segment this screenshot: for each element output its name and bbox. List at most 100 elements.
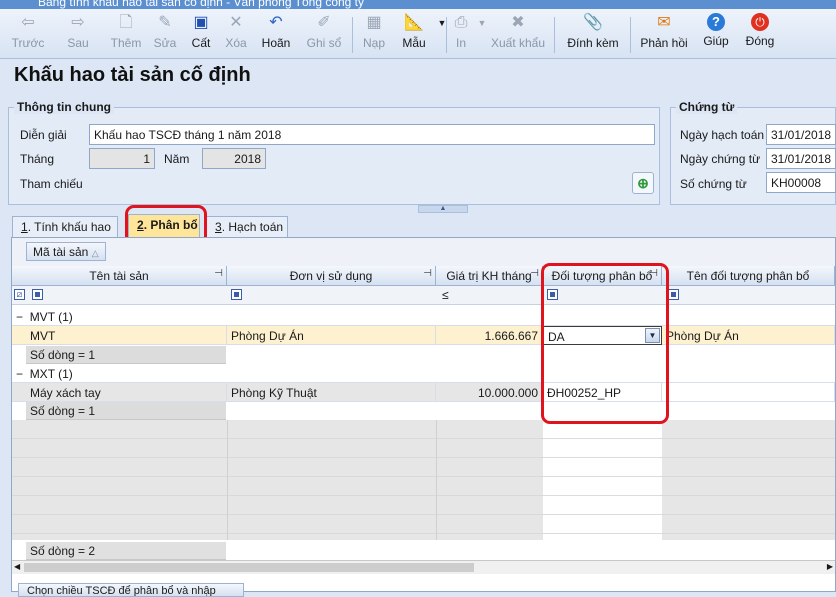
general-info-title: Thông tin chung	[14, 100, 114, 114]
delete-button[interactable]: ✕ Xóa	[220, 11, 252, 57]
new-document-icon: 🗋	[119, 14, 133, 31]
template-dropdown[interactable]: ▼	[432, 11, 447, 57]
col-unit[interactable]: Đơn vị sử dụng ⊣	[227, 266, 436, 286]
page-title: Khấu hao tài sản cố định	[14, 64, 251, 86]
year-input[interactable]: 2018	[202, 148, 266, 169]
group-count: Số dòng = 1	[26, 346, 226, 364]
arrow-left-icon: ⇦	[21, 14, 35, 31]
description-input[interactable]: Khấu hao TSCĐ tháng 1 năm 2018	[89, 124, 655, 145]
help-button[interactable]: ? Giúp	[698, 11, 734, 57]
collapse-handle[interactable]: ▲	[418, 205, 468, 213]
voucher-date-label: Ngày chứng từ	[680, 152, 761, 166]
empty-target-column	[543, 420, 662, 540]
voucher-title: Chứng từ	[676, 100, 738, 114]
toolbar-separator	[352, 17, 353, 53]
choose-dimension-button[interactable]: Chọn chiều TSCĐ để phân bổ và nhập	[18, 583, 244, 597]
cell-value[interactable]: 10.000.000	[436, 383, 543, 402]
undo-button[interactable]: ↶ Hoãn	[258, 11, 294, 57]
tab-depreciation[interactable]: 1. Tính khấu hao	[12, 216, 118, 237]
empty-grid-area	[12, 420, 543, 540]
export-button[interactable]: ✖ Xuất khẩu	[490, 11, 546, 57]
chevron-down-icon: ▼	[477, 18, 487, 28]
cell-unit[interactable]: Phòng Dự Án	[227, 326, 436, 345]
pin-icon: ⊣	[530, 268, 539, 279]
empty-grid-area	[662, 420, 835, 540]
column-divider	[227, 420, 228, 540]
arrow-right-icon: ⇨	[71, 14, 85, 31]
cell-asset-name[interactable]: Máy xách tay	[12, 383, 227, 402]
post-date-label: Ngày hạch toán	[680, 128, 765, 142]
filter-unit-icon[interactable]	[231, 289, 242, 300]
voucher-no-label: Số chứng từ	[680, 177, 747, 191]
print-icon: ⎙	[454, 14, 468, 31]
col-asset-name[interactable]: Tên tài sản ⊣	[12, 266, 227, 286]
group-row[interactable]: − MXT (1)	[12, 364, 835, 383]
paperclip-icon: 📎	[583, 14, 603, 31]
col-target-name[interactable]: Tên đối tượng phân bổ	[662, 266, 835, 286]
filter-editor-icon[interactable]: ⧄	[14, 289, 25, 300]
cell-target-name[interactable]	[662, 383, 835, 402]
voucher-no-input[interactable]: KH00008	[766, 172, 836, 193]
column-divider	[436, 420, 437, 540]
next-button[interactable]: ⇨ Sau	[58, 11, 98, 57]
scroll-right-icon: ▶	[826, 562, 833, 571]
add-button[interactable]: 🗋 Thêm	[106, 11, 146, 57]
power-icon: ⏻	[751, 13, 769, 31]
collapse-icon: −	[16, 367, 24, 381]
collapse-icon: −	[16, 310, 24, 324]
toolbar: ⇦ Trước ⇨ Sau 🗋 Thêm ✎ Sửa ▣ Cất ✕ Xóa ↶ Hoãn ✐…	[0, 9, 836, 59]
voucher-date-input[interactable]: 31/01/2018	[766, 148, 836, 169]
add-reference-button[interactable]: ⊕	[632, 172, 654, 194]
scroll-left-icon: ◀	[14, 562, 21, 571]
back-button[interactable]: ⇦ Trước	[6, 11, 50, 57]
post-date-input[interactable]: 31/01/2018	[766, 124, 836, 145]
month-input[interactable]: 1	[89, 148, 155, 169]
help-icon: ?	[707, 13, 725, 31]
print-button[interactable]: ⎙ In	[450, 11, 472, 57]
edit-icon: ✎	[158, 14, 172, 31]
pin-icon: ⊣	[214, 268, 223, 279]
pin-icon: ⊣	[423, 268, 432, 279]
scrollbar-thumb[interactable]	[24, 563, 474, 572]
print-dropdown[interactable]: ▼	[472, 11, 487, 57]
cell-target-name[interactable]: Phòng Dự Án	[662, 326, 835, 345]
highlight-target-column-annotation	[541, 263, 669, 424]
description-label: Diễn giải	[20, 128, 67, 142]
group-by-chip[interactable]: Mã tài sản △	[26, 242, 106, 261]
total-count: Số dòng = 2	[26, 542, 226, 560]
chevron-down-icon: ▼	[437, 18, 447, 28]
calculator-icon: ▦	[366, 14, 382, 31]
group-by-panel: Mã tài sản △	[12, 238, 835, 266]
horizontal-scrollbar[interactable]: ◀ ▶	[12, 560, 835, 574]
filter-value-operator[interactable]: ≤	[442, 288, 449, 302]
close-button[interactable]: ⏻ Đóng	[740, 11, 780, 57]
cell-asset-name[interactable]: MVT	[12, 326, 227, 345]
save-button[interactable]: ▣ Cất	[186, 11, 216, 57]
col-value[interactable]: Giá trị KH tháng ⊣	[436, 266, 543, 286]
cell-unit[interactable]: Phòng Kỹ Thuật	[227, 383, 436, 402]
cell-value[interactable]: 1.666.667	[436, 326, 543, 345]
window-title: Bảng tính khấu hao tài sản cố định - Văn…	[38, 0, 365, 9]
filter-row	[12, 286, 835, 305]
filter-asset-name-icon[interactable]	[32, 289, 43, 300]
feedback-button[interactable]: ✉ Phản hồi	[638, 11, 690, 57]
group-row[interactable]: − MVT (1)	[12, 307, 835, 326]
edit-button[interactable]: ✎ Sửa	[148, 11, 182, 57]
chevron-up-icon: ▲	[439, 205, 447, 212]
toolbar-separator	[554, 17, 555, 53]
search-plus-icon: ⊕	[637, 175, 649, 191]
allocation-grid: Mã tài sản △ Tên tài sản ⊣ Đơn vị sử dụng…	[11, 237, 836, 592]
ruler-icon: 📐	[404, 14, 424, 31]
template-button[interactable]: 📐 Mẫu	[396, 11, 432, 57]
filter-target-name-icon[interactable]	[668, 289, 679, 300]
tab-accounting[interactable]: 3. Hạch toán	[206, 216, 288, 237]
delete-icon: ✕	[229, 14, 243, 31]
reference-label: Tham chiếu	[20, 177, 83, 191]
month-label: Tháng	[20, 152, 55, 166]
toolbar-separator	[630, 17, 631, 53]
attach-button[interactable]: 📎 Đính kèm	[564, 11, 622, 57]
window-title-bar: Bảng tính khấu hao tài sản cố định - Văn…	[0, 0, 836, 9]
load-button[interactable]: ▦ Nạp	[358, 11, 390, 57]
post-button[interactable]: ✐ Ghi sổ	[302, 11, 346, 57]
pencil-icon: ✐	[317, 14, 331, 31]
